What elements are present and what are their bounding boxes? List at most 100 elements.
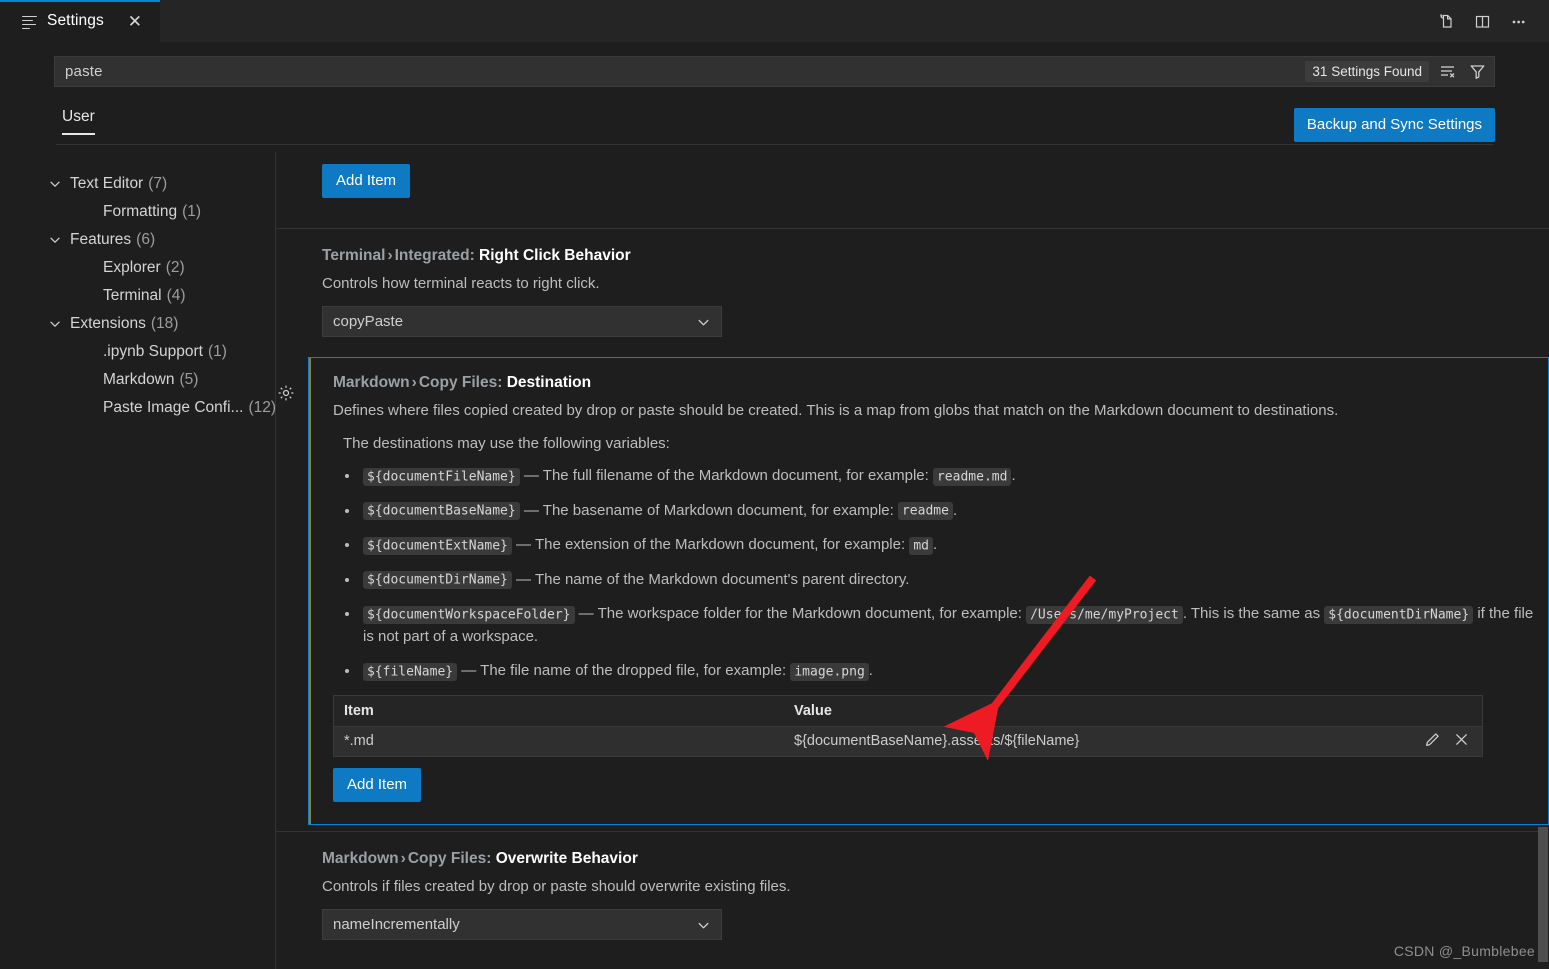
backup-and-sync-settings-button[interactable]: Backup and Sync Settings (1294, 108, 1495, 142)
variable-example: /Users/me/myProject (1026, 606, 1183, 624)
sidebar-item-label: Extensions (70, 315, 146, 333)
variable-example: readme.md (933, 468, 1011, 486)
settings-scrollbar[interactable] (1535, 152, 1549, 969)
variable-text: — The workspace folder for the Markdown … (575, 605, 1027, 622)
variable-text-after: . This is the same as (1183, 605, 1324, 622)
sidebar-item-label: Paste Image Confi... (103, 399, 243, 417)
list-item: ${documentExtName} — The extension of th… (333, 534, 1548, 557)
watermark: CSDN @_Bumblebee (1394, 943, 1535, 959)
variable-code: ${documentBaseName} (363, 502, 520, 520)
settings-editor-window: Settings ✕ (0, 0, 1549, 969)
sidebar-item-count: (12) (248, 399, 276, 417)
sidebar-item-ipynb-support[interactable]: .ipynb Support (1) (0, 338, 275, 366)
setting-description: Controls how terminal reacts to right cl… (322, 273, 1549, 295)
variable-text: — The full filename of the Markdown docu… (520, 467, 933, 484)
setting-category: Markdown (333, 374, 410, 391)
settings-body: Text Editor (7) Formatting (1) Features … (0, 152, 1549, 969)
sidebar-item-explorer[interactable]: Explorer (2) (0, 254, 275, 282)
sidebar-item-count: (5) (180, 371, 199, 389)
dropdown-value: copyPaste (333, 313, 403, 330)
scrollbar-thumb[interactable] (1538, 827, 1548, 962)
variable-code: ${fileName} (363, 663, 457, 681)
split-editor-into-new-window-icon[interactable] (1431, 6, 1461, 36)
search-input[interactable]: paste 31 Settings Found (54, 56, 1495, 87)
tab-label: Settings (47, 12, 104, 30)
header-divider (56, 144, 1493, 145)
sidebar-item-count: (6) (136, 231, 155, 249)
setting-markdown-body: The destinations may use the following v… (323, 433, 1548, 802)
variable-text-after: . (869, 662, 873, 679)
settings-gear-icon[interactable] (276, 383, 296, 403)
variable-example: readme (898, 502, 953, 520)
sidebar-item-terminal[interactable]: Terminal (4) (0, 282, 275, 310)
variables-list: ${documentFileName} — The full filename … (333, 465, 1548, 683)
modified-setting-indicator (309, 358, 311, 824)
tab-user[interactable]: User (62, 108, 95, 135)
settings-toc-tree: Text Editor (7) Formatting (1) Features … (0, 152, 276, 969)
settings-header-row: User Backup and Sync Settings (0, 100, 1549, 150)
setting-title: Markdown›Copy Files: Overwrite Behavior (322, 850, 1549, 868)
sidebar-item-label: Explorer (103, 259, 161, 277)
more-actions-icon[interactable] (1503, 6, 1533, 36)
setting-key: Overwrite Behavior (496, 850, 638, 867)
filter-icon[interactable] (1465, 59, 1489, 83)
search-input-value: paste (55, 63, 103, 80)
sidebar-item-features[interactable]: Features (6) (0, 226, 275, 254)
setting-markdown-copy-files-destination: Markdown›Copy Files: Destination Defines… (308, 357, 1549, 825)
setting-title: Terminal›Integrated: Right Click Behavio… (322, 247, 1549, 265)
column-header-item: Item (334, 703, 792, 719)
variable-text-after: . (933, 536, 937, 553)
variables-intro: The destinations may use the following v… (333, 433, 1548, 455)
table-row[interactable]: *.md ${documentBaseName}.assests/${fileN… (334, 726, 1482, 756)
variable-text-after: . (953, 502, 957, 519)
setting-key: Right Click Behavior (479, 247, 631, 264)
sidebar-item-markdown[interactable]: Markdown (5) (0, 366, 275, 394)
split-editor-right-icon[interactable] (1467, 6, 1497, 36)
cell-value: ${documentBaseName}.assests/${fileName} (792, 733, 1424, 749)
setting-terminal-right-click-behavior: Terminal›Integrated: Right Click Behavio… (276, 229, 1549, 357)
chevron-down-icon (48, 177, 62, 191)
sidebar-item-label: Terminal (103, 287, 162, 305)
variable-code: ${documentFileName} (363, 468, 520, 486)
edit-pencil-icon[interactable] (1424, 731, 1441, 752)
list-item: ${documentBaseName} — The basename of Ma… (333, 500, 1548, 523)
variable-example: md (909, 537, 933, 555)
list-item: ${documentWorkspaceFolder} — The workspa… (333, 603, 1548, 648)
add-item-button[interactable]: Add Item (333, 768, 421, 802)
variable-text-after: . (1011, 467, 1015, 484)
chevron-down-icon (48, 233, 62, 247)
overwrite-behavior-dropdown[interactable]: nameIncrementally (322, 909, 722, 940)
sidebar-item-label: Text Editor (70, 175, 143, 193)
list-item: ${fileName} — The file name of the dropp… (333, 660, 1548, 683)
remove-x-icon[interactable] (1453, 731, 1470, 752)
add-item-button-top[interactable]: Add Item (322, 164, 410, 198)
sidebar-item-label: Features (70, 231, 131, 249)
close-icon[interactable]: ✕ (124, 10, 146, 32)
sidebar-item-paste-image-config[interactable]: Paste Image Confi... (12) (0, 394, 275, 422)
column-header-value: Value (792, 703, 1482, 719)
row-actions (1424, 731, 1482, 752)
results-badge: 31 Settings Found (1305, 61, 1429, 82)
setting-category: Terminal (322, 247, 385, 264)
clear-filters-icon[interactable] (1435, 59, 1459, 83)
tab-settings[interactable]: Settings ✕ (0, 0, 161, 42)
variable-text: — The basename of Markdown document, for… (520, 502, 898, 519)
chevron-down-icon (696, 918, 711, 937)
variable-text: — The file name of the dropped file, for… (457, 662, 790, 679)
settings-search-row: paste 31 Settings Found (0, 42, 1549, 100)
sidebar-item-extensions[interactable]: Extensions (18) (0, 310, 275, 338)
sidebar-item-formatting[interactable]: Formatting (1) (0, 198, 275, 226)
chevron-down-icon (696, 315, 711, 334)
setting-subcategory: Copy Files (419, 374, 497, 391)
sidebar-item-text-editor[interactable]: Text Editor (7) (0, 170, 275, 198)
list-item: ${documentDirName} — The name of the Mar… (333, 569, 1548, 592)
cell-item: *.md (334, 733, 792, 749)
setting-key: Destination (507, 374, 591, 391)
settings-list: Add Item Terminal›Integrated: Right Clic… (276, 152, 1549, 969)
setting-markdown-copy-files-overwrite-behavior: Markdown›Copy Files: Overwrite Behavior … (276, 832, 1549, 960)
right-click-behavior-dropdown[interactable]: copyPaste (322, 306, 722, 337)
setting-description: Controls if files created by drop or pas… (322, 876, 1549, 898)
sidebar-item-label: .ipynb Support (103, 343, 203, 361)
sidebar-item-count: (2) (166, 259, 185, 277)
setting-subcategory: Integrated (395, 247, 470, 264)
